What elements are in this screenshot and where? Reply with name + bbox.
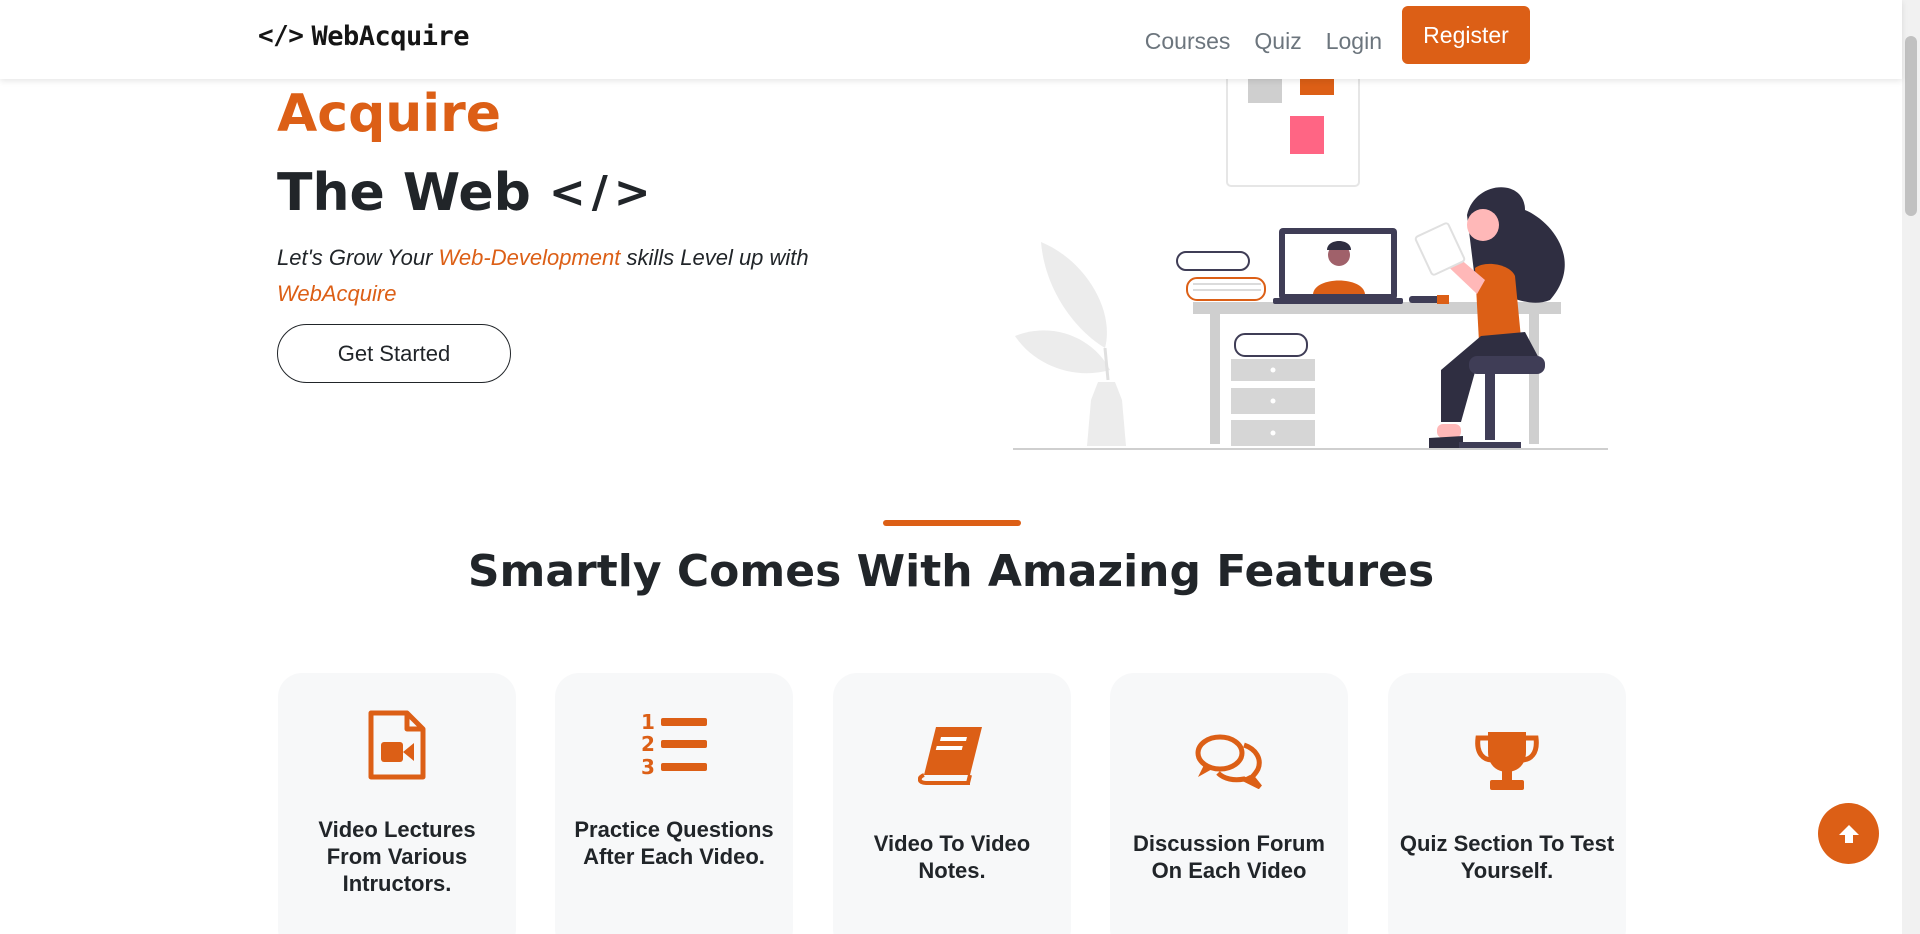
scrollbar[interactable] xyxy=(1902,0,1920,934)
feature-card-video-lectures: Video Lectures From Various Intructors. xyxy=(278,673,516,934)
get-started-button[interactable]: Get Started xyxy=(277,324,511,383)
hero-title-the-web: The Web </> xyxy=(277,160,657,226)
nav-link-login[interactable]: Login xyxy=(1314,22,1394,60)
code-icon: </> xyxy=(258,21,304,51)
hero-sub-accent-webdev: Web-Development xyxy=(438,245,621,270)
feature-label: Discussion Forum On Each Video xyxy=(1133,831,1325,883)
scroll-to-top-button[interactable] xyxy=(1818,803,1879,864)
nav-links: Courses Quiz Login Register xyxy=(1133,6,1530,64)
feature-card-quiz: Quiz Section To Test Yourself. xyxy=(1388,673,1626,934)
brand-name: WebAcquire xyxy=(311,20,470,52)
plant-illustration xyxy=(1015,242,1126,446)
board-illustration xyxy=(1226,70,1360,187)
brand-logo[interactable]: </> WebAcquire xyxy=(258,18,470,54)
hero-title-text: The Web xyxy=(277,163,531,223)
features-title: Smartly Comes With Amazing Features xyxy=(467,546,1435,597)
books-illustration xyxy=(1176,251,1266,301)
hero-sub-text-1: Let's Grow Your xyxy=(277,245,439,270)
section-divider xyxy=(883,520,1021,526)
hero-title-acquire: Acquire xyxy=(277,84,502,144)
woman-illustration xyxy=(1409,187,1565,448)
navbar: </> WebAcquire Courses Quiz Login Regist… xyxy=(0,0,1902,79)
code-icon: </> xyxy=(548,167,657,218)
feature-label: Quiz Section To Test Yourself. xyxy=(1399,831,1615,883)
hero-subtitle: Let's Grow Your Web-Development skills L… xyxy=(277,240,877,312)
feature-label: Practice Questions After Each Video. xyxy=(574,817,774,869)
scrollbar-thumb[interactable] xyxy=(1905,36,1917,216)
list-ol-icon: 1 2 3 xyxy=(555,709,793,779)
nav-link-courses[interactable]: Courses xyxy=(1133,22,1243,60)
hero-illustration xyxy=(1013,70,1608,450)
feature-card-notes: Video To Video Notes. xyxy=(833,673,1071,934)
arrow-up-icon xyxy=(1838,824,1859,843)
feature-card-practice-questions: 1 2 3 Practice Questions After Each Vide… xyxy=(555,673,793,934)
feature-card-discussion: Discussion Forum On Each Video xyxy=(1110,673,1348,934)
trophy-icon xyxy=(1388,730,1626,792)
nav-link-quiz[interactable]: Quiz xyxy=(1242,22,1313,60)
register-button[interactable]: Register xyxy=(1402,6,1530,64)
laptop-illustration xyxy=(1273,228,1403,304)
hero-sub-accent-brand: WebAcquire xyxy=(277,281,397,306)
feature-label: Video To Video Notes. xyxy=(873,831,1031,883)
hero-sub-text-2: skills Level up with xyxy=(620,245,809,270)
comments-icon xyxy=(1110,733,1348,789)
feature-label: Video Lectures From Various Intructors. xyxy=(318,817,476,896)
book-icon xyxy=(833,725,1071,785)
svg-text:1: 1 xyxy=(641,710,655,734)
svg-text:2: 2 xyxy=(641,732,655,756)
svg-text:3: 3 xyxy=(641,755,655,779)
file-video-icon xyxy=(278,710,516,780)
